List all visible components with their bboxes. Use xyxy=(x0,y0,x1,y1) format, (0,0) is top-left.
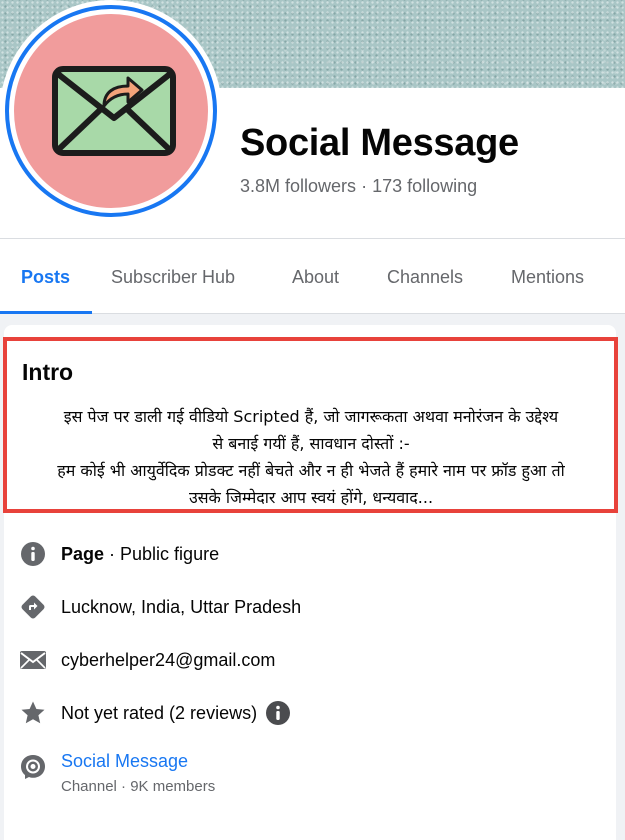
tab-posts[interactable]: Posts xyxy=(21,267,70,288)
followers-count[interactable]: 3.8M followers xyxy=(240,176,356,196)
tab-about[interactable]: About xyxy=(292,267,339,288)
follow-stats: 3.8M followers · 173 following xyxy=(240,176,477,197)
following-count[interactable]: 173 following xyxy=(372,176,477,196)
channel-meta: Channel · 9K members xyxy=(61,778,216,795)
category-text: Page · Public figure xyxy=(61,544,219,565)
intro-card: Intro इस पेज पर डाली गई वीडियो Scripted … xyxy=(3,325,618,840)
category-row: Page · Public figure xyxy=(18,539,219,569)
location-row: Lucknow, India, Uttar Pradesh xyxy=(18,592,301,622)
info-circle-icon xyxy=(18,539,48,569)
envelope-forward-logo-icon xyxy=(52,66,176,156)
email-text[interactable]: cyberhelper24@gmail.com xyxy=(61,650,275,671)
rating-text: Not yet rated (2 reviews) xyxy=(61,702,258,723)
tab-mentions[interactable]: Mentions xyxy=(511,267,584,288)
star-icon xyxy=(18,698,48,728)
email-row: cyberhelper24@gmail.com xyxy=(18,645,275,675)
active-tab-indicator xyxy=(0,311,92,314)
channel-icon xyxy=(18,752,48,782)
directions-icon xyxy=(18,592,48,622)
rating-row: Not yet rated (2 reviews) xyxy=(18,698,291,728)
page-title: Social Message xyxy=(240,122,519,164)
category-value: · Public figure xyxy=(104,543,220,564)
profile-tabs: Posts Subscriber Hub About Channels Ment… xyxy=(0,238,625,314)
rating-info-icon[interactable] xyxy=(265,700,291,726)
story-ring xyxy=(5,5,217,217)
mail-icon xyxy=(18,645,48,675)
category-label: Page xyxy=(61,543,105,564)
tab-subscriber-hub[interactable]: Subscriber Hub xyxy=(111,267,235,288)
stats-separator: · xyxy=(361,176,368,196)
intro-title: Intro xyxy=(22,359,74,385)
avatar-image xyxy=(14,14,208,208)
profile-header: Social Message 3.8M followers · 173 foll… xyxy=(0,0,625,238)
tab-channels[interactable]: Channels xyxy=(387,267,463,288)
channel-link[interactable]: Social Message xyxy=(61,751,188,772)
location-text[interactable]: Lucknow, India, Uttar Pradesh xyxy=(61,597,301,618)
intro-bio: इस पेज पर डाली गई वीडियो Scripted हैं, ज… xyxy=(57,407,565,507)
avatar[interactable] xyxy=(0,0,222,222)
intro-highlight-box: Intro इस पेज पर डाली गई वीडियो Scripted … xyxy=(3,337,618,513)
